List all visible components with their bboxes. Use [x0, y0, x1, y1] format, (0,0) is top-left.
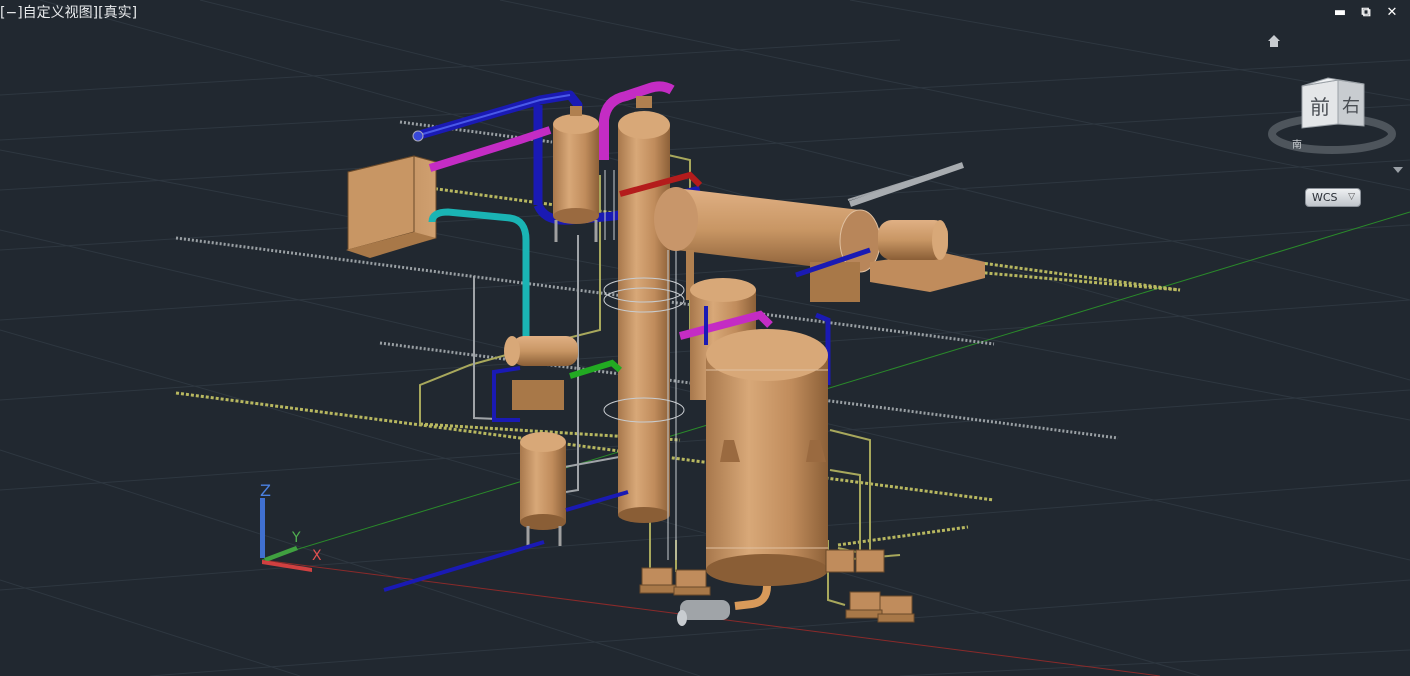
minimize-icon[interactable]: ▬ — [1332, 5, 1348, 21]
blue-pipe-bottom — [383, 540, 545, 592]
viewcube-compass-label: 南 — [1292, 138, 1302, 151]
ucs-y-axis — [264, 546, 298, 562]
home-icon[interactable] — [1266, 33, 1282, 49]
heat-exchanger-left — [504, 336, 578, 410]
model-viewport[interactable]: [−]自定义视图][真实] ▬ ⧉ ✕ 前 右 南 WCS ▽ Z Y X — [0, 0, 1410, 676]
wcs-menu-button[interactable]: WCS ▽ — [1305, 188, 1361, 207]
outlet-pipe-bottom — [734, 585, 771, 610]
model-scene[interactable] — [0, 0, 1410, 676]
magenta-pipe-top — [428, 126, 552, 172]
ucs-x-label: X — [312, 548, 322, 564]
viewcube-right-label: 右 — [1342, 96, 1360, 117]
vessel-large-storage — [706, 329, 828, 586]
wcs-label: WCS — [1312, 191, 1338, 204]
restore-icon[interactable]: ⧉ — [1358, 5, 1374, 21]
viewport-controls-label[interactable]: [−]自定义视图][真实] — [0, 2, 137, 24]
cyan-pipe — [428, 208, 530, 338]
blue-pipe-flange — [412, 130, 424, 142]
ucs-z-axis — [260, 498, 265, 558]
ucs-y-label: Y — [291, 530, 301, 546]
horizontal-drum — [654, 187, 881, 302]
distillation-column — [603, 96, 685, 560]
viewcube[interactable]: 前 右 南 — [1268, 72, 1400, 162]
close-icon[interactable]: ✕ — [1384, 5, 1400, 21]
viewport-window-controls: ▬ ⧉ ✕ — [1332, 5, 1400, 21]
ucs-x-axis — [262, 560, 312, 572]
pump-motor-bottom — [677, 600, 730, 626]
ucs-z-label: Z — [260, 481, 271, 500]
chevron-down-icon: ▽ — [1348, 192, 1355, 202]
drum-skid — [870, 220, 985, 292]
equipment-panel-left — [346, 155, 437, 258]
viewcube-menu-icon[interactable] — [1392, 160, 1404, 173]
viewcube-front-label: 前 — [1310, 95, 1330, 119]
pump-group-left — [639, 567, 711, 596]
vessel-small-bottom — [520, 432, 566, 546]
pump-group-right — [825, 549, 915, 623]
ucs-icon: Z Y X — [260, 481, 322, 572]
vessel-receiver-top — [553, 106, 599, 242]
